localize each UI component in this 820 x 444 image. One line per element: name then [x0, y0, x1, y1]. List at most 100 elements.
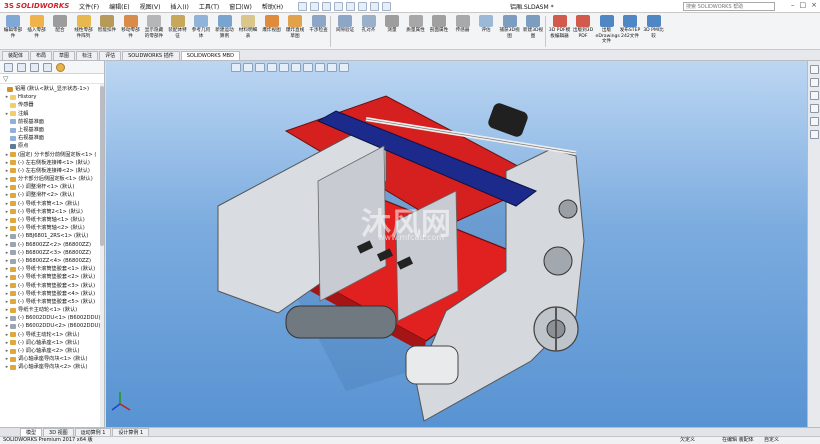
- menu-item[interactable]: 文件(F): [74, 2, 104, 11]
- tree-item[interactable]: ▸ (-) 导纸卡滚筒垫胶套<1> (默认): [0, 265, 104, 273]
- tree-item[interactable]: ▸ (-) 左右侧板连接棒<2> (默认): [0, 167, 104, 175]
- tree-item[interactable]: 铝厢 (默认<默认_显示状态-1>): [0, 85, 104, 93]
- command-button[interactable]: 剖面属性: [428, 15, 450, 34]
- menu-item[interactable]: 编辑(E): [104, 2, 134, 11]
- tree-item[interactable]: ▸ (-) B6002DDU<1> (B6002DDU): [0, 314, 104, 322]
- tree-item[interactable]: ▸ 调心轴承座导向块<1> (默认): [0, 355, 104, 363]
- tree-item[interactable]: ▸ (-) 导纸卡滚筒垫胶套<3> (默认): [0, 282, 104, 290]
- property-manager-icon[interactable]: [17, 62, 26, 72]
- new-file-icon[interactable]: [298, 1, 308, 11]
- configuration-manager-icon[interactable]: [30, 62, 39, 72]
- command-button[interactable]: 3D PDF模板编辑器: [549, 15, 571, 39]
- tree-scrollbar[interactable]: [100, 84, 104, 427]
- tree-item[interactable]: ▸ (-) 导纸卡滚筒轴<1> (默认): [0, 216, 104, 224]
- command-button[interactable]: 间隙验证: [334, 15, 356, 34]
- menu-item[interactable]: 帮助(H): [257, 2, 288, 11]
- units-status[interactable]: 自定义: [764, 437, 779, 444]
- tree-item[interactable]: 前视基准面: [0, 118, 104, 126]
- menu-item[interactable]: 插入(I): [165, 2, 193, 11]
- display-manager-icon[interactable]: [56, 62, 65, 72]
- menu-item[interactable]: 窗口(W): [224, 2, 257, 11]
- save-icon[interactable]: [322, 1, 332, 11]
- tree-item[interactable]: ▸ (-) 导纸卡滚筒垫胶套<2> (默认): [0, 273, 104, 281]
- zoom-to-fit-icon[interactable]: [231, 63, 241, 72]
- tree-item[interactable]: ▸ (-) 调整滑杆<2> (默认): [0, 191, 104, 199]
- command-button[interactable]: 移动零部件: [120, 15, 142, 39]
- scene-icon[interactable]: [327, 63, 337, 72]
- command-button[interactable]: 质量属性: [405, 15, 427, 34]
- command-button[interactable]: 孔对齐: [358, 15, 380, 34]
- bottom-tab[interactable]: 3D 视图: [43, 428, 74, 436]
- solidworks-resources-icon[interactable]: [809, 65, 819, 74]
- tree-item[interactable]: ▸ (-) 导纸卡滚筒轴<2> (默认): [0, 224, 104, 232]
- tree-item[interactable]: ▸ (-) 导纸卡滚筒2<1> (默认): [0, 208, 104, 216]
- bottom-tab[interactable]: 设计算例 1: [112, 428, 150, 436]
- tree-item[interactable]: ▸ (-) 导纸主动轮<1> (默认): [0, 331, 104, 339]
- tree-item[interactable]: ▸ (-) B6002DDU<2> (B6002DDU): [0, 322, 104, 330]
- tree-item[interactable]: ▸ History: [0, 93, 104, 101]
- command-button[interactable]: 捕获3D视图: [499, 15, 521, 39]
- command-button[interactable]: 干涉检查: [308, 15, 330, 34]
- rebuild-icon[interactable]: [370, 1, 380, 11]
- bottom-tab[interactable]: 模型: [20, 428, 43, 436]
- command-button[interactable]: 线性零部件阵列: [73, 15, 95, 39]
- tree-item[interactable]: 原点: [0, 142, 104, 150]
- tree-item[interactable]: ▸ (-) 调心轴承座<1> (默认): [0, 339, 104, 347]
- tree-item[interactable]: 右视基准面: [0, 134, 104, 142]
- open-file-icon[interactable]: [310, 1, 320, 11]
- command-button[interactable]: 材料明细表: [237, 15, 259, 39]
- feature-manager-icon[interactable]: [4, 62, 13, 72]
- view-orientation-icon[interactable]: [279, 63, 289, 72]
- help-search-input[interactable]: 搜索 SOLIDWORKS 帮助: [683, 2, 775, 11]
- tree-item[interactable]: 传感器: [0, 101, 104, 109]
- tree-item[interactable]: ▸ (-) 调心轴承座<2> (默认): [0, 347, 104, 355]
- appearances-icon[interactable]: [809, 117, 819, 126]
- print-icon[interactable]: [334, 1, 344, 11]
- menu-item[interactable]: 视图(V): [135, 2, 166, 11]
- tree-item[interactable]: ▸ 分卡部分后侧固定板<1> (默认): [0, 175, 104, 183]
- view-settings-icon[interactable]: [339, 63, 349, 72]
- tree-item[interactable]: ▸ 导纸卡主动轮<1> (默认): [0, 306, 104, 314]
- bottom-tab[interactable]: 运动算例 1: [74, 428, 112, 436]
- select-icon[interactable]: [358, 1, 368, 11]
- command-button[interactable]: 编辑零部件: [2, 15, 24, 39]
- display-style-icon[interactable]: [291, 63, 301, 72]
- command-button[interactable]: 3D PMI比较: [643, 15, 665, 39]
- command-button[interactable]: 插入零部件: [26, 15, 48, 39]
- command-button[interactable]: 爆炸视图: [261, 15, 283, 34]
- tree-item[interactable]: ▸ (-) 导纸卡滚筒垫胶套<5> (默认): [0, 298, 104, 306]
- close-icon[interactable]: ×: [811, 1, 817, 9]
- file-explorer-icon[interactable]: [809, 91, 819, 100]
- command-button[interactable]: 出版到3D PDF: [572, 15, 594, 39]
- solidworks-logo[interactable]: 3S SOLIDWORKS: [0, 2, 70, 10]
- dimxpert-icon[interactable]: [43, 62, 52, 72]
- command-button[interactable]: 评估: [475, 15, 497, 34]
- tree-item[interactable]: ▸ 注解: [0, 110, 104, 118]
- minimize-icon[interactable]: –: [791, 1, 795, 9]
- command-tab[interactable]: 布局: [30, 51, 53, 60]
- command-tab[interactable]: 草图: [53, 51, 76, 60]
- command-tab[interactable]: 装配体: [2, 51, 30, 60]
- assembly-model[interactable]: [106, 61, 807, 427]
- undo-icon[interactable]: [346, 1, 356, 11]
- command-button[interactable]: 配合: [49, 15, 71, 34]
- options-icon[interactable]: [382, 1, 392, 11]
- graphics-viewport[interactable]: 沐风网 www.mfcad.com: [106, 61, 807, 427]
- menu-item[interactable]: 工具(T): [194, 2, 224, 11]
- tree-item[interactable]: ▸ (-) BBJ6801_2RS<1> (默认): [0, 232, 104, 240]
- command-button[interactable]: 爆炸直线草图: [284, 15, 306, 39]
- tree-item[interactable]: ▸ (-) B6800ZZ<2> (B6800ZZ): [0, 241, 104, 249]
- command-tab[interactable]: SOLIDWORKS 插件: [122, 51, 180, 60]
- previous-view-icon[interactable]: [255, 63, 265, 72]
- tree-item[interactable]: ▸ (-) 调整滑杆<1> (默认): [0, 183, 104, 191]
- command-button[interactable]: 发布STEP 242文件: [619, 15, 641, 39]
- tree-item[interactable]: ▸ (-) B6800ZZ<4> (B6800ZZ): [0, 257, 104, 265]
- command-button[interactable]: 智能扣件: [96, 15, 118, 34]
- command-button[interactable]: 显示隐藏的零部件: [143, 15, 165, 39]
- tree-item[interactable]: ▸ (-) 导纸卡滚筒垫胶套<4> (默认): [0, 290, 104, 298]
- scroll-thumb[interactable]: [100, 86, 104, 246]
- zoom-area-icon[interactable]: [243, 63, 253, 72]
- tree-item[interactable]: ▸ (固定) 分卡部分前侧固定板<1> (: [0, 151, 104, 159]
- command-button[interactable]: 测量: [381, 15, 403, 34]
- command-button[interactable]: 参考几何体: [190, 15, 212, 39]
